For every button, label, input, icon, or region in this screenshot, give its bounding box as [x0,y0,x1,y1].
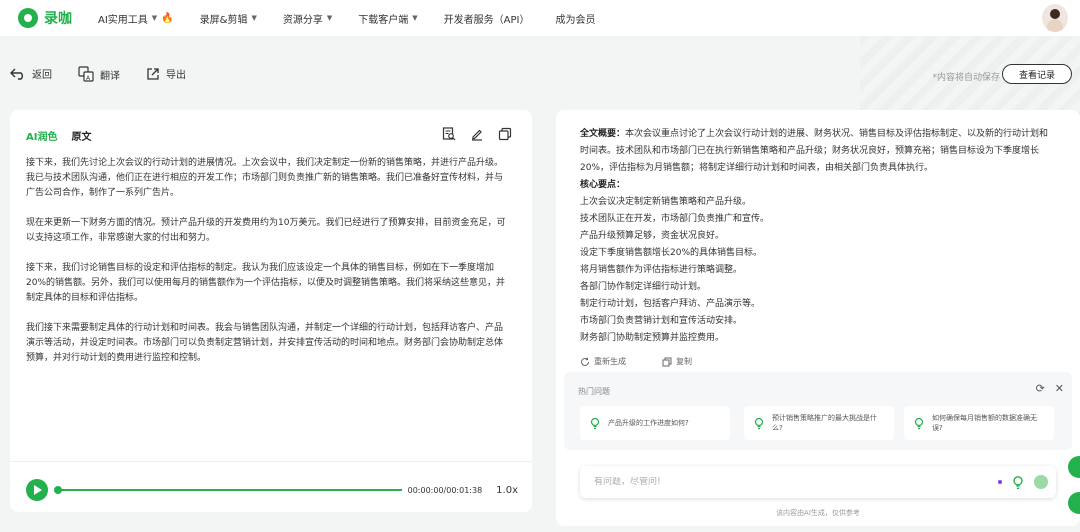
close-icon[interactable]: ✕ [1055,382,1064,395]
transcript-paragraph: 现在来更新一下财务方面的情况。预计产品升级的开发费用约为10万美元。我们已经进行… [26,218,506,243]
hot-questions: 热门问题 ⟳ ✕ 产品升级的工作进度如何? 预计销售策略推广的最大挑战是什么? … [564,372,1072,450]
summary-panel: 全文概要：本次会议重点讨论了上次会议行动计划的进展、财务状况、销售目标及评估指标… [556,110,1080,526]
keypoint-item: 各部门协作制定详细行动计划。 [580,282,707,292]
chevron-down-icon: ▼ [412,14,418,22]
keypoint-item: 市场部门负责营销计划和宣传活动安排。 [580,316,743,326]
transcript-tools [428,126,512,145]
transcript-tabs: AI润色 原文 [26,128,91,143]
playback-time: 00:00:00/00:01:38 [407,485,483,495]
nav-download-client[interactable]: 下载客户端 ▼ [358,11,417,26]
nav-label: 开发者服务（API） [443,14,530,26]
nav-ai-tools[interactable]: AI实用工具 ▼ 🔥 [98,11,174,26]
nav-record-edit[interactable]: 录屏&剪辑 ▼ [200,11,257,26]
export-label: 导出 [166,70,186,81]
play-button[interactable] [26,479,48,501]
back-label: 返回 [32,70,52,81]
copy-button[interactable]: 复制 [662,356,710,367]
copy-icon[interactable] [498,126,512,145]
question-text: 如何确保每月销售额的数据准确无误? [932,414,1037,432]
regenerate-label: 重新生成 [594,357,626,366]
nav-label: AI实用工具 [98,14,148,26]
fire-icon: 🔥 [161,12,174,24]
tab-original[interactable]: 原文 [71,128,91,143]
avatar[interactable] [1042,4,1068,32]
keypoint-item: 设定下季度销售额增长20%的具体销售目标。 [580,248,763,258]
regenerate-button[interactable]: 重新生成 [580,356,644,367]
lightbulb-icon [914,417,924,430]
nav-label: 录屏&剪辑 [199,14,248,26]
transcript-paragraph: 接下来，我们讨论销售目标的设定和评估指标的制定。我认为我们应该设定一个具体的销售… [26,263,506,303]
keypoint-item: 制定行动计划，包括客户拜访、产品演示等。 [580,299,761,309]
lightbulb-icon[interactable] [1010,474,1026,490]
ai-disclaimer: 该内容由AI生成，仅供参考 [776,509,860,517]
nav-label: 下载客户端 [358,14,409,26]
keypoint-item: 将月销售额作为评估指标进行策略调整。 [580,265,743,275]
ask-input[interactable] [594,477,974,487]
summary-text: 本次会议重点讨论了上次会议行动计划的进展、财务状况、销售目标及评估指标制定、以及… [580,129,1049,173]
export-button[interactable]: 导出 [146,66,186,81]
question-text: 产品升级的工作进度如何? [608,419,689,427]
view-history-button[interactable]: 查看记录 [1002,64,1072,84]
export-icon [147,67,159,80]
send-button[interactable] [1034,475,1048,489]
logo-icon [18,8,38,28]
top-navigation-bar: 录咖 AI实用工具 ▼ 🔥 录屏&剪辑 ▼ 资源分享 ▼ 下载客户端 ▼ 开发者… [0,0,1080,36]
nav-label: 成为会员 [555,14,596,26]
refresh-icon[interactable]: ⟳ [1036,382,1045,395]
lightbulb-icon [754,417,764,430]
full-summary: 全文概要：本次会议重点讨论了上次会议行动计划的进展、财务状况、销售目标及评估指标… [580,126,1056,177]
summary-content: 全文概要：本次会议重点讨论了上次会议行动计划的进展、财务状况、销售目标及评估指标… [580,126,1056,347]
playback-speed[interactable]: 1.0x [496,485,518,496]
transcript-text: 接下来，我们先讨论上次会议的行动计划的进展情况。上次会议中，我们决定制定一份新的… [26,156,506,381]
nav-resources[interactable]: 资源分享 ▼ [283,11,332,26]
logo[interactable]: 录咖 [18,8,72,28]
keypoints-label: 核心要点： [580,180,626,190]
autosave-notice: *内容将自动保存 [932,73,1000,83]
keypoint-item: 产品升级预算足够，资金状况良好。 [580,231,725,241]
question-card[interactable]: 如何确保每月销售额的数据准确无误? [904,406,1054,440]
keypoint-item: 技术团队正在开发，市场部门负责推广和宣传。 [580,214,770,224]
action-bar: 返回 A 翻译 导出 [0,58,1080,90]
progress-slider[interactable] [53,486,402,494]
translate-label: 翻译 [100,70,120,82]
keypoint-item: 上次会议决定制定新销售策略和产品升级。 [580,197,752,207]
transcript-panel: AI润色 原文 接下来，我们先讨论上次会议的行动计划的进展情况。上次会议中，我们… [10,110,532,512]
back-arrow-icon [10,68,23,80]
keypoint-item: 财务部门协助制定预算并监控费用。 [580,333,725,343]
hot-questions-title: 热门问题 [578,387,610,396]
question-card[interactable]: 预计销售策略推广的最大挑战是什么? [744,406,894,440]
back-button[interactable]: 返回 [10,66,52,81]
question-card[interactable]: 产品升级的工作进度如何? [580,406,730,440]
refresh-icon [581,357,589,366]
tab-ai-polish[interactable]: AI润色 [26,128,57,143]
nav-developer-api[interactable]: 开发者服务（API） [444,11,530,26]
chevron-down-icon: ▼ [151,14,158,22]
summary-label: 全文概要： [580,129,626,139]
translate-icon: A [78,66,94,82]
search-document-icon[interactable] [442,126,456,145]
copy-icon [662,357,672,366]
translate-button[interactable]: A 翻译 [78,66,120,82]
status-dot [998,480,1002,484]
summary-actions: 重新生成 复制 [580,356,728,367]
hot-questions-controls: ⟳ ✕ [1026,382,1064,395]
ask-box [580,466,1056,498]
chevron-down-icon: ▼ [251,14,257,22]
audio-player: 00:00:00/00:01:38 1.0x [26,476,518,504]
transcript-paragraph: 接下来，我们先讨论上次会议的行动计划的进展情况。上次会议中，我们决定制定一份新的… [26,158,504,198]
main-nav: AI实用工具 ▼ 🔥 录屏&剪辑 ▼ 资源分享 ▼ 下载客户端 ▼ 开发者服务（… [98,11,621,26]
logo-text: 录咖 [44,11,72,27]
question-text: 预计销售策略推广的最大挑战是什么? [772,414,877,432]
copy-label: 复制 [676,357,692,366]
edit-pencil-icon[interactable] [470,126,484,145]
lightbulb-icon [590,417,600,430]
nav-label: 资源分享 [282,14,323,26]
chevron-down-icon: ▼ [326,14,333,22]
transcript-paragraph: 我们接下来需要制定具体的行动计划和时间表。我会与销售团队沟通，并制定一个详细的行… [26,323,504,363]
nav-membership[interactable]: 成为会员 [555,11,595,26]
divider [10,461,532,462]
